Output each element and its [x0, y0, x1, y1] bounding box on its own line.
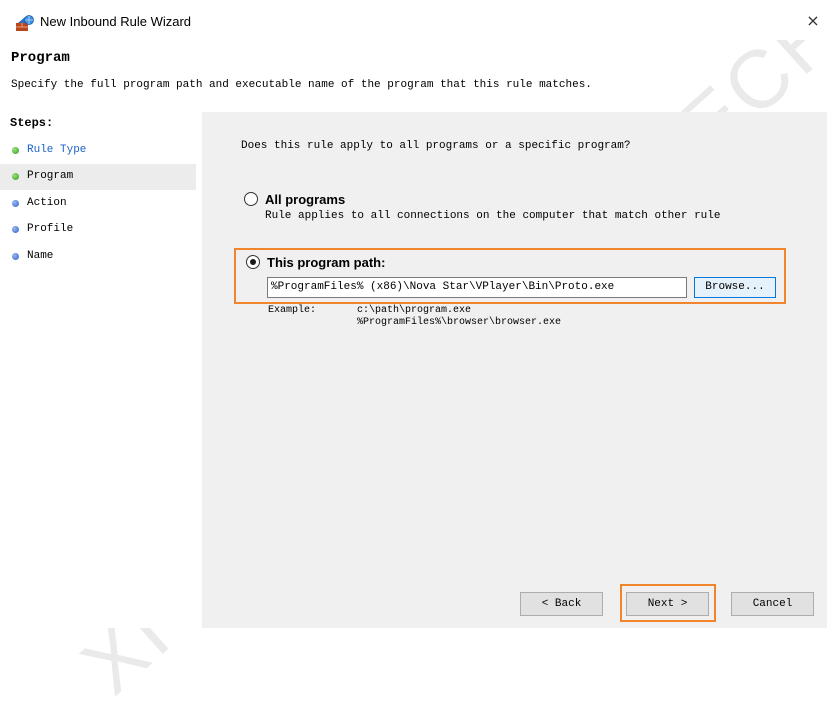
example-path-2: %ProgramFiles%\browser\browser.exe — [357, 317, 562, 328]
step-label: Name — [27, 250, 54, 262]
step-rule-type[interactable]: Rule Type — [0, 138, 196, 164]
radio-selected-dot — [250, 259, 256, 265]
step-program[interactable]: Program — [0, 164, 196, 190]
back-button[interactable]: < Back — [520, 592, 603, 616]
program-path-label[interactable]: This program path: — [267, 255, 385, 270]
window-title: New Inbound Rule Wizard — [40, 14, 192, 29]
step-status-icon — [12, 226, 19, 233]
step-label: Rule Type — [27, 144, 87, 156]
step-status-icon — [12, 253, 19, 260]
step-name: Name — [0, 244, 196, 270]
main-panel: Does this rule apply to all programs or … — [202, 112, 827, 628]
program-path-input[interactable]: %ProgramFiles% (x86)\Nova Star\VPlayer\B… — [267, 277, 687, 298]
all-programs-description: Rule applies to all connections on the c… — [265, 210, 721, 222]
close-button[interactable]: × — [799, 6, 827, 36]
steps-title: Steps: — [10, 116, 54, 130]
page-heading: Program — [11, 50, 70, 66]
title-bar: New Inbound Rule Wizard × — [0, 0, 827, 40]
step-profile: Profile — [0, 217, 196, 243]
close-icon: × — [806, 11, 820, 30]
next-button[interactable]: Next > — [626, 592, 709, 616]
step-action: Action — [0, 191, 196, 217]
page-description: Specify the full program path and execut… — [11, 79, 592, 91]
cancel-button[interactable]: Cancel — [731, 592, 814, 616]
question-text: Does this rule apply to all programs or … — [241, 140, 631, 152]
all-programs-radio[interactable] — [244, 192, 258, 206]
steps-panel: Steps: Rule Type Program Action Profile … — [0, 112, 202, 628]
program-path-radio[interactable] — [246, 255, 260, 269]
step-status-icon — [12, 147, 19, 154]
example-path-1: c:\path\program.exe — [357, 305, 472, 316]
example-label: Example: — [268, 305, 317, 316]
step-label: Profile — [27, 223, 74, 235]
all-programs-label[interactable]: All programs — [265, 192, 345, 207]
step-status-icon — [12, 173, 19, 180]
firewall-icon — [16, 15, 34, 31]
step-label: Program — [27, 170, 74, 182]
step-label: Action — [27, 197, 67, 209]
step-status-icon — [12, 200, 19, 207]
browse-button[interactable]: Browse... — [694, 277, 776, 298]
